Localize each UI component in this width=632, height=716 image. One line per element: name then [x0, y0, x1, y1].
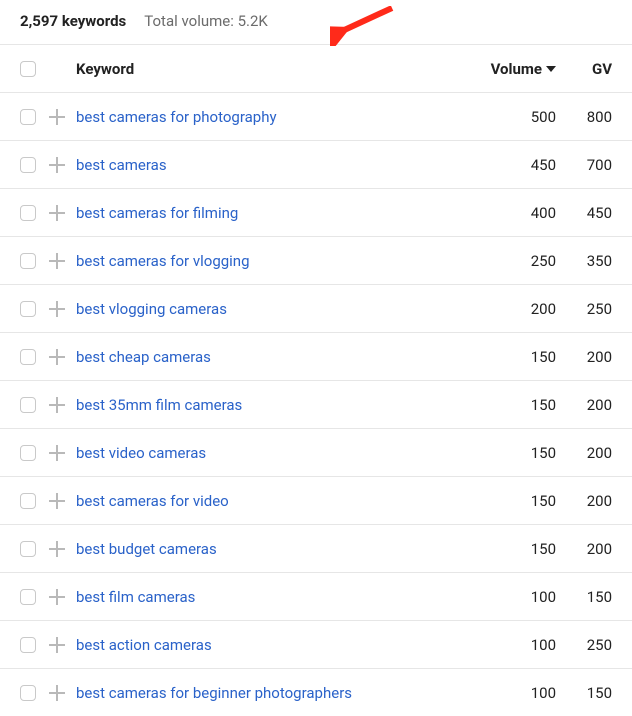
table-row: best cheap cameras 150200 [0, 332, 632, 380]
gv-cell: 150 [556, 588, 612, 606]
expand-icon[interactable] [48, 444, 66, 462]
expand-icon[interactable] [48, 636, 66, 654]
total-volume: Total volume: 5.2K [144, 12, 268, 30]
gv-cell: 200 [556, 396, 612, 414]
keyword-link[interactable]: best 35mm film cameras [76, 396, 242, 414]
summary-bar: 2,597 keywords Total volume: 5.2K [0, 0, 632, 44]
volume-cell: 450 [476, 156, 556, 174]
table-row: best cameras for video 150200 [0, 476, 632, 524]
table-header: Keyword Volume GV [0, 44, 632, 92]
keyword-link[interactable]: best action cameras [76, 636, 212, 654]
column-header-volume[interactable]: Volume [491, 60, 556, 78]
row-checkbox[interactable] [20, 157, 36, 173]
row-checkbox[interactable] [20, 493, 36, 509]
expand-icon[interactable] [48, 156, 66, 174]
table-row: best cameras for beginner photographers 1… [0, 668, 632, 716]
keyword-link[interactable]: best budget cameras [76, 540, 217, 558]
gv-cell: 150 [556, 684, 612, 702]
keyword-link[interactable]: best cameras for beginner photographers [76, 684, 352, 702]
volume-cell: 100 [476, 588, 556, 606]
keyword-link[interactable]: best film cameras [76, 588, 195, 606]
volume-cell: 150 [476, 540, 556, 558]
gv-cell: 700 [556, 156, 612, 174]
expand-icon[interactable] [48, 300, 66, 318]
row-checkbox[interactable] [20, 301, 36, 317]
gv-cell: 450 [556, 204, 612, 222]
expand-icon[interactable] [48, 540, 66, 558]
volume-cell: 150 [476, 444, 556, 462]
column-header-volume-label: Volume [491, 60, 542, 78]
expand-icon[interactable] [48, 684, 66, 702]
annotation-arrow-icon [330, 6, 400, 46]
row-checkbox[interactable] [20, 349, 36, 365]
table-row: best budget cameras 150200 [0, 524, 632, 572]
sort-desc-icon [546, 66, 556, 72]
volume-cell: 400 [476, 204, 556, 222]
table-row: best video cameras 150200 [0, 428, 632, 476]
expand-icon[interactable] [48, 396, 66, 414]
gv-cell: 250 [556, 300, 612, 318]
column-header-keyword[interactable]: Keyword [76, 60, 476, 78]
expand-icon[interactable] [48, 348, 66, 366]
volume-cell: 200 [476, 300, 556, 318]
volume-cell: 150 [476, 492, 556, 510]
row-checkbox[interactable] [20, 445, 36, 461]
table-row: best cameras for photography 500800 [0, 92, 632, 140]
volume-cell: 100 [476, 684, 556, 702]
row-checkbox[interactable] [20, 589, 36, 605]
table-row: best cameras for vlogging 250350 [0, 236, 632, 284]
select-all-checkbox[interactable] [20, 61, 36, 77]
expand-icon[interactable] [48, 588, 66, 606]
gv-cell: 350 [556, 252, 612, 270]
keyword-link[interactable]: best vlogging cameras [76, 300, 227, 318]
keyword-link[interactable]: best cameras for vlogging [76, 252, 250, 270]
keyword-link[interactable]: best cameras for photography [76, 108, 277, 126]
expand-icon[interactable] [48, 252, 66, 270]
volume-cell: 500 [476, 108, 556, 126]
keyword-link[interactable]: best cameras for video [76, 492, 229, 510]
table-row: best film cameras 100150 [0, 572, 632, 620]
table-row: best vlogging cameras 200250 [0, 284, 632, 332]
gv-cell: 200 [556, 492, 612, 510]
row-checkbox[interactable] [20, 637, 36, 653]
keyword-link[interactable]: best cameras for filming [76, 204, 238, 222]
keyword-link[interactable]: best cameras [76, 156, 167, 174]
volume-cell: 100 [476, 636, 556, 654]
expand-icon[interactable] [48, 204, 66, 222]
table-row: best cameras 450700 [0, 140, 632, 188]
table-row: best 35mm film cameras 150200 [0, 380, 632, 428]
table-row: best cameras for filming 400450 [0, 188, 632, 236]
keyword-count: 2,597 keywords [20, 12, 126, 30]
table-body: best cameras for photography500800best c… [0, 92, 632, 716]
keyword-link[interactable]: best video cameras [76, 444, 206, 462]
gv-cell: 200 [556, 444, 612, 462]
table-row: best action cameras 100250 [0, 620, 632, 668]
row-checkbox[interactable] [20, 205, 36, 221]
row-checkbox[interactable] [20, 541, 36, 557]
row-checkbox[interactable] [20, 109, 36, 125]
volume-cell: 150 [476, 348, 556, 366]
keyword-link[interactable]: best cheap cameras [76, 348, 211, 366]
row-checkbox[interactable] [20, 685, 36, 701]
volume-cell: 150 [476, 396, 556, 414]
row-checkbox[interactable] [20, 253, 36, 269]
expand-icon[interactable] [48, 108, 66, 126]
gv-cell: 200 [556, 348, 612, 366]
expand-icon[interactable] [48, 492, 66, 510]
volume-cell: 250 [476, 252, 556, 270]
column-header-gv[interactable]: GV [556, 60, 612, 78]
gv-cell: 200 [556, 540, 612, 558]
gv-cell: 800 [556, 108, 612, 126]
gv-cell: 250 [556, 636, 612, 654]
row-checkbox[interactable] [20, 397, 36, 413]
